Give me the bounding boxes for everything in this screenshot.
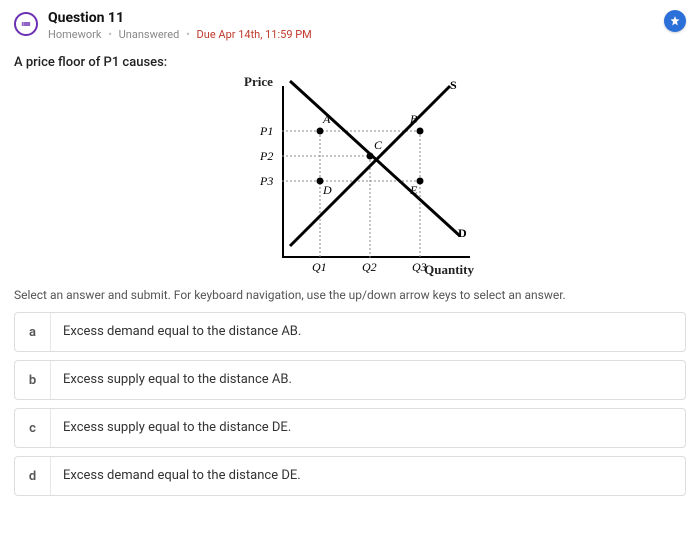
question-prompt: A price floor of P1 causes: (14, 55, 686, 70)
pt-d: D (323, 183, 332, 198)
pt-c: C (374, 138, 382, 153)
pt-b: B (410, 112, 417, 127)
chart-svg (220, 76, 480, 276)
option-key: a (15, 313, 51, 351)
option-key: b (15, 361, 51, 399)
option-d[interactable]: d Excess demand equal to the distance DE… (14, 456, 686, 496)
option-text: Excess supply equal to the distance DE. (51, 409, 685, 447)
tick-p2: P2 (260, 149, 273, 164)
pt-a: A (323, 112, 330, 127)
option-key: d (15, 457, 51, 495)
option-key: c (15, 409, 51, 447)
tick-q3: Q3 (412, 260, 427, 275)
bookmark-icon (669, 15, 681, 27)
curve-d: D (458, 226, 467, 241)
pt-e: E (410, 183, 417, 198)
question-list-icon: ≔ (14, 12, 38, 36)
question-number: Question 11 (48, 10, 312, 26)
option-a[interactable]: a Excess demand equal to the distance AB… (14, 312, 686, 352)
tick-p3: P3 (260, 174, 273, 189)
option-text: Excess demand equal to the distance AB. (51, 313, 685, 351)
supply-demand-diagram: Price Quantity (220, 76, 480, 276)
answer-instructions: Select an answer and submit. For keyboar… (14, 288, 686, 302)
option-b[interactable]: b Excess supply equal to the distance AB… (14, 360, 686, 400)
meta-homework: Homework (48, 28, 101, 41)
option-text: Excess demand equal to the distance DE. (51, 457, 685, 495)
meta-due: Due Apr 14th, 11:59 PM (197, 28, 312, 41)
option-c[interactable]: c Excess supply equal to the distance DE… (14, 408, 686, 448)
tick-p1: P1 (260, 124, 273, 139)
curve-s: S (450, 78, 457, 93)
option-text: Excess supply equal to the distance AB. (51, 361, 685, 399)
meta-status: Unanswered (119, 28, 180, 41)
tick-q2: Q2 (362, 260, 377, 275)
bookmark-button[interactable] (664, 10, 686, 32)
tick-q1: Q1 (312, 260, 327, 275)
question-meta: Homework • Unanswered • Due Apr 14th, 11… (48, 28, 312, 41)
answer-options: a Excess demand equal to the distance AB… (14, 312, 686, 496)
